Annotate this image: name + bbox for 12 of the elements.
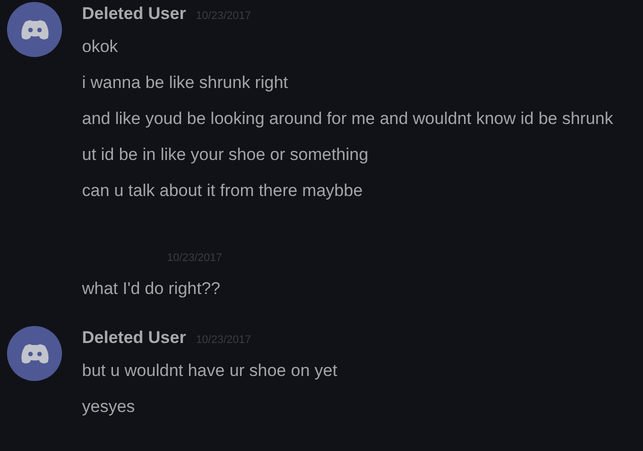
author-name[interactable]: Deleted User [82,4,186,24]
controller-icon [20,18,50,40]
message-text: can u talk about it from there maybbe [82,180,364,202]
controller-icon [20,342,50,364]
message-text: what I'd do right?? [82,278,222,300]
message-text: ut id be in like your shoe or something [82,144,370,166]
message-text: and like youd be looking around for me and wouldnt know id be shrunk [82,108,614,130]
author-name[interactable]: Deleted User [82,328,186,348]
message-text: but u wouldnt have ur shoe on yet [82,360,338,382]
message-text: yesyes [82,396,136,418]
message-text: i wanna be like shrunk right [82,72,290,94]
message-text: okok [82,36,119,58]
